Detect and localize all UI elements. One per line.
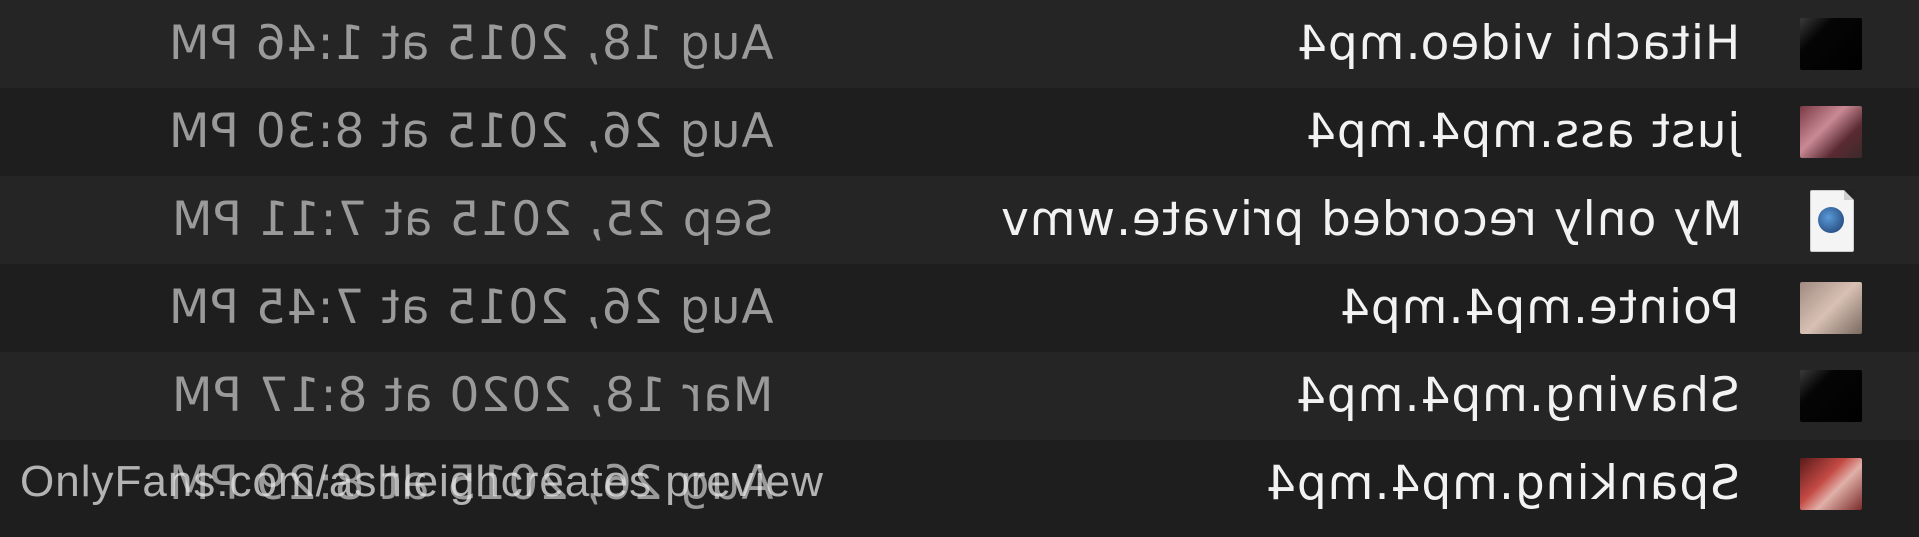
file-name: Shaving.mp4.mp4 bbox=[1295, 368, 1740, 423]
file-row[interactable]: Sep 25, 2015 at 7:11 PM My only recorded… bbox=[0, 176, 1919, 264]
file-row[interactable]: Aug 18, 2015 at 1:46 PM Hitachi video.mp… bbox=[0, 0, 1919, 88]
video-thumbnail-icon bbox=[1800, 458, 1862, 510]
file-name: Hitachi video.mp4 bbox=[1295, 16, 1740, 71]
file-name: just ass.mp4.mp4 bbox=[1304, 104, 1740, 159]
wmv-document-icon bbox=[1810, 190, 1854, 252]
file-date: Aug 18, 2015 at 1:46 PM bbox=[167, 16, 774, 71]
file-row[interactable]: Mar 18, 2020 at 8:17 PM Shaving.mp4.mp4 bbox=[0, 352, 1919, 440]
video-thumbnail-icon bbox=[1800, 18, 1862, 70]
file-date: Sep 25, 2015 at 7:11 PM bbox=[170, 192, 773, 247]
watermark-text: OnlyFans.com/ashleighcreates preview bbox=[20, 457, 824, 506]
file-row[interactable]: Aug 26, 2015 at 7:45 PM Pointe.mp4.mp4 bbox=[0, 264, 1919, 352]
file-date: Aug 26, 2015 at 8:30 PM bbox=[167, 104, 774, 159]
file-date: Aug 26, 2015 at 7:45 PM bbox=[167, 280, 774, 335]
file-name: Spanking.mp4.mp4 bbox=[1264, 456, 1740, 511]
file-name: Pointe.mp4.mp4 bbox=[1339, 280, 1740, 335]
video-thumbnail-icon bbox=[1800, 282, 1862, 334]
file-row[interactable]: Aug 26, 2015 at 8:30 PM just ass.mp4.mp4 bbox=[0, 88, 1919, 176]
file-name: My only recorded private.wmv bbox=[1000, 192, 1743, 247]
video-thumbnail-icon bbox=[1800, 370, 1862, 422]
video-thumbnail-icon bbox=[1800, 106, 1862, 158]
file-date: Mar 18, 2020 at 8:17 PM bbox=[170, 368, 773, 423]
file-list: Aug 18, 2015 at 1:46 PM Hitachi video.mp… bbox=[0, 0, 1919, 537]
